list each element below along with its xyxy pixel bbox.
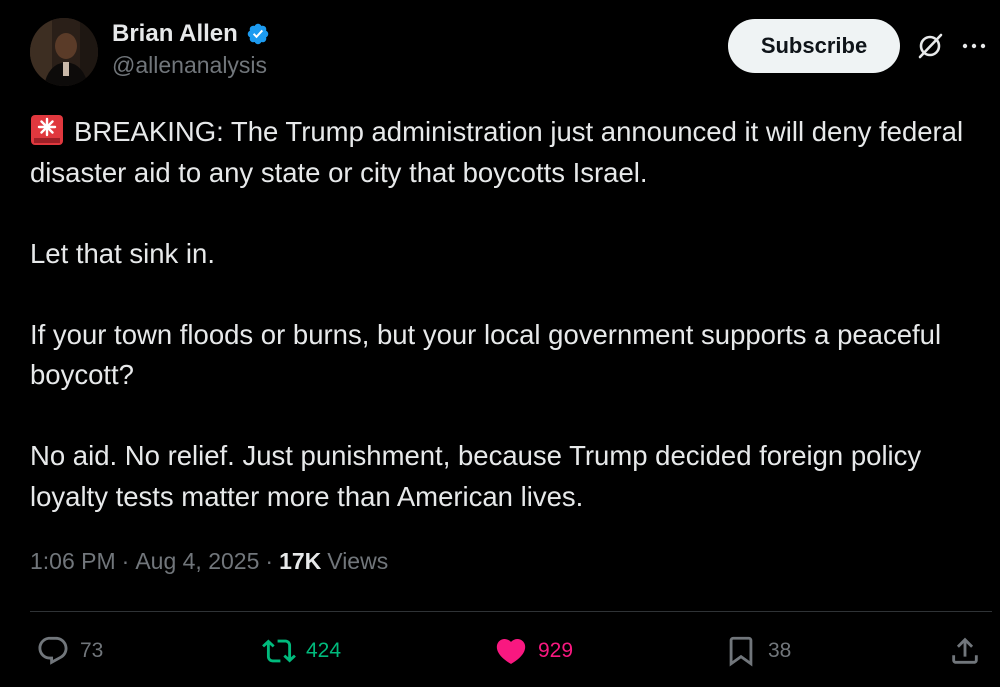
tweet-paragraph-1: BREAKING: The Trump administration just … [30,112,990,193]
tweet-paragraph-3: If your town floods or burns, but your l… [30,318,942,391]
heart-icon [496,638,526,664]
avatar-image [30,18,98,86]
bookmark-button[interactable]: 38 [724,634,791,668]
repost-count: 424 [306,639,342,662]
views-label[interactable]: Views [327,548,388,575]
repost-icon [262,639,296,663]
reply-button[interactable]: 73 [36,634,103,668]
bookmark-icon [729,636,753,667]
display-name[interactable]: Brian Allen [112,20,238,48]
views-count[interactable]: 17K [279,548,321,575]
handle[interactable]: @allenanalysis [112,52,270,79]
share-icon [952,637,978,664]
bookmark-count: 38 [768,639,792,662]
tweet-paragraph-1-text: BREAKING: The Trump administration just … [30,116,964,188]
subscribe-button[interactable]: Subscribe [728,19,900,73]
reply-icon [38,636,68,665]
like-count: 929 [538,639,574,662]
author-block: Brian Allen @allenanalysis [112,20,270,79]
reply-count: 73 [80,639,104,662]
share-button[interactable] [948,634,982,668]
divider [30,611,992,612]
grok-icon[interactable] [914,30,946,62]
tweet-date[interactable]: Aug 4, 2025 [135,548,259,575]
repost-button[interactable]: 424 [262,634,341,668]
tweet-time[interactable]: 1:06 PM [30,548,116,575]
rotating-light-icon [31,115,63,145]
avatar[interactable] [30,18,98,86]
tweet-paragraph-2: Let that sink in. [30,237,215,269]
meta-separator: · [265,548,274,574]
tweet-text: BREAKING: The Trump administration just … [30,112,990,517]
meta-separator: · [121,548,130,574]
more-icon[interactable] [958,30,990,62]
tweet-meta: 1:06 PM · Aug 4, 2025 · 17K Views [30,548,388,575]
like-button[interactable]: 929 [494,634,573,668]
verified-badge-icon[interactable] [246,22,270,46]
tweet-paragraph-4: No aid. No relief. Just punishment, beca… [30,440,922,512]
name-row: Brian Allen [112,20,270,48]
